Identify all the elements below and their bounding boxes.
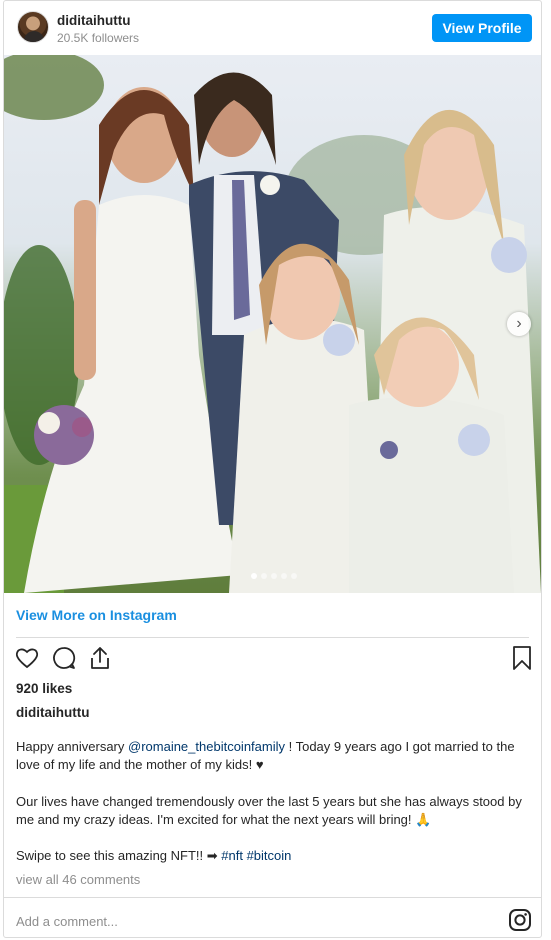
carousel-next-button[interactable]: › <box>507 312 531 336</box>
add-comment-input[interactable]: Add a comment... <box>16 914 118 929</box>
view-more-link[interactable]: View More on Instagram <box>16 607 177 623</box>
action-bar <box>4 645 541 673</box>
follower-count: 20.5K followers <box>57 31 140 45</box>
carousel-dot[interactable] <box>251 573 257 579</box>
heart-icon[interactable] <box>14 645 40 671</box>
mention-link[interactable]: @romaine_thebitcoinfamily <box>128 739 285 754</box>
hashtag-link[interactable]: #nft <box>221 848 243 863</box>
view-comments-link[interactable]: view all 46 comments <box>16 872 140 887</box>
carousel-dot[interactable] <box>291 573 297 579</box>
wedding-family-photo <box>4 55 541 593</box>
hashtag-link[interactable]: #bitcoin <box>247 848 292 863</box>
instagram-icon[interactable] <box>508 908 532 932</box>
instagram-embed-card: diditaihuttu 20.5K followers View Profil… <box>3 0 542 938</box>
post-photo[interactable]: › <box>4 55 541 593</box>
carousel-dot[interactable] <box>271 573 277 579</box>
carousel-indicator <box>251 573 297 579</box>
caption-username[interactable]: diditaihuttu <box>16 705 89 720</box>
carousel-dot[interactable] <box>261 573 267 579</box>
share-icon[interactable] <box>87 645 113 671</box>
caption-text: Swipe to see this amazing NFT!! ➡ <box>16 848 222 863</box>
carousel-dot[interactable] <box>281 573 287 579</box>
caption-paragraph-2: Our lives have changed tremendously over… <box>16 794 522 827</box>
comment-icon[interactable] <box>51 645 77 671</box>
caption-paragraph-1: Happy anniversary @romaine_thebitcoinfam… <box>16 738 536 774</box>
like-count[interactable]: 920 likes <box>16 681 72 696</box>
post-header: diditaihuttu 20.5K followers View Profil… <box>4 1 541 55</box>
caption-text: Happy anniversary <box>16 739 128 754</box>
avatar[interactable] <box>17 11 49 43</box>
divider <box>4 897 541 898</box>
caption-paragraph-3: Swipe to see this amazing NFT!! ➡ #nft #… <box>16 847 536 865</box>
divider <box>16 637 529 638</box>
header-username[interactable]: diditaihuttu <box>57 13 130 28</box>
bookmark-icon[interactable] <box>509 645 535 671</box>
view-profile-button[interactable]: View Profile <box>432 14 532 42</box>
